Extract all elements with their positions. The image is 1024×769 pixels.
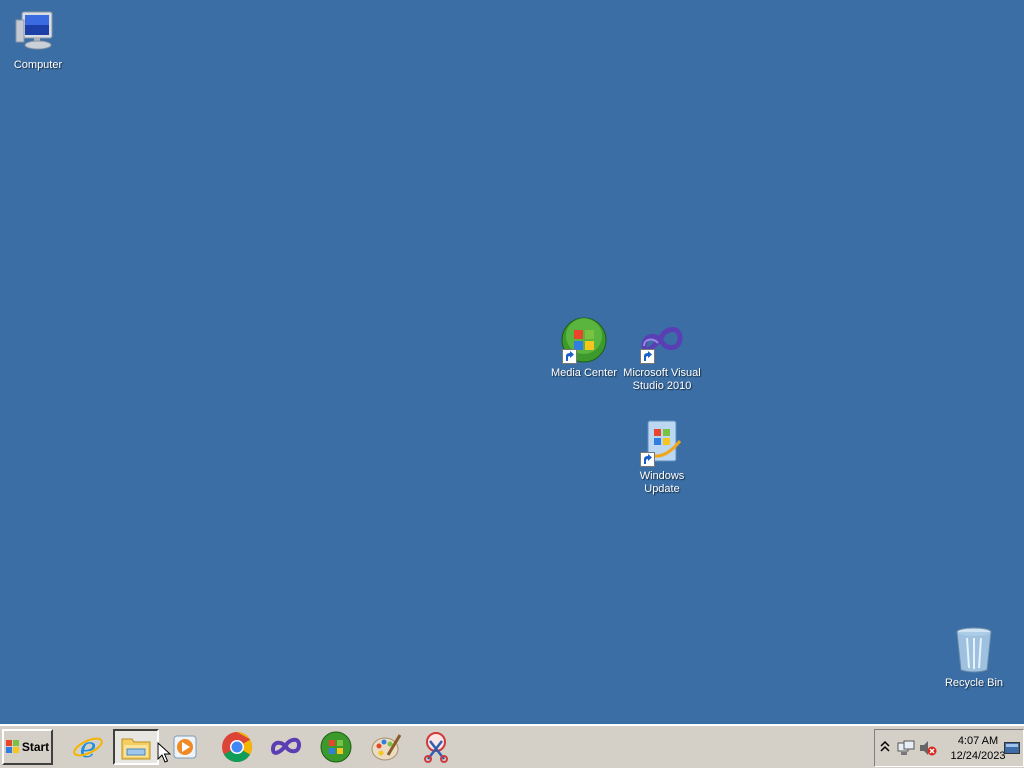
snipping-tool-icon <box>424 732 448 763</box>
desktop: Computer Media Center Microsoft Visual S… <box>0 0 1024 724</box>
paint-icon <box>371 734 402 761</box>
show-hidden-icons[interactable] <box>880 740 890 759</box>
media-player-icon <box>173 735 197 759</box>
shortcut-arrow-icon <box>640 349 655 364</box>
clock-date: 12/24/2023 <box>950 750 1006 762</box>
show-desktop-icon[interactable] <box>1004 742 1020 761</box>
taskbar-item-snipping-tool[interactable] <box>413 729 459 765</box>
recycle-bin-icon <box>950 626 998 674</box>
shortcut-arrow-icon <box>562 349 577 364</box>
computer-icon <box>14 8 62 56</box>
chrome-icon <box>222 732 253 763</box>
taskbar: Start e 4:07 AM 12/24/2023 <box>0 724 1024 768</box>
desktop-icon-label: Microsoft Visual Studio 2010 <box>623 367 701 392</box>
desktop-icon-label: Media Center <box>550 367 618 379</box>
media-center-icon <box>320 731 352 763</box>
media-center-icon <box>560 316 608 364</box>
windows-update-icon <box>638 419 686 467</box>
taskbar-item-paint[interactable] <box>363 729 409 765</box>
taskbar-item-file-explorer[interactable] <box>113 729 159 765</box>
taskbar-item-chrome[interactable] <box>214 729 260 765</box>
windows-logo-icon <box>5 740 19 753</box>
desktop-icon-label: Computer <box>13 59 63 71</box>
clock[interactable]: 4:07 AM 12/24/2023 <box>947 734 1009 764</box>
taskbar-item-visual-studio[interactable] <box>263 729 309 765</box>
file-explorer-icon <box>121 738 151 760</box>
svg-text:e: e <box>80 731 97 763</box>
desktop-icon-visual-studio[interactable]: Microsoft Visual Studio 2010 <box>622 316 702 393</box>
shortcut-arrow-icon <box>640 452 655 467</box>
desktop-icon-label: Recycle Bin <box>944 677 1004 689</box>
visual-studio-icon <box>270 737 302 755</box>
volume-muted-icon[interactable] <box>919 740 937 761</box>
start-label: Start <box>21 740 50 754</box>
taskbar-item-media-center[interactable] <box>313 729 359 765</box>
mouse-cursor-icon <box>157 741 172 769</box>
desktop-icon-computer[interactable]: Computer <box>0 8 78 72</box>
desktop-icon-label: Windows Update <box>639 470 685 495</box>
clock-time: 4:07 AM <box>957 735 999 747</box>
desktop-icon-windows-update[interactable]: Windows Update <box>622 419 702 496</box>
visual-studio-icon <box>638 316 686 364</box>
start-button[interactable]: Start <box>2 729 53 765</box>
desktop-icon-media-center[interactable]: Media Center <box>544 316 624 380</box>
desktop-icon-recycle-bin[interactable]: Recycle Bin <box>934 626 1014 690</box>
system-tray: 4:07 AM 12/24/2023 <box>874 729 1024 767</box>
internet-explorer-icon: e <box>73 731 103 763</box>
network-icon[interactable] <box>897 740 915 761</box>
taskbar-item-internet-explorer[interactable]: e <box>65 729 111 765</box>
